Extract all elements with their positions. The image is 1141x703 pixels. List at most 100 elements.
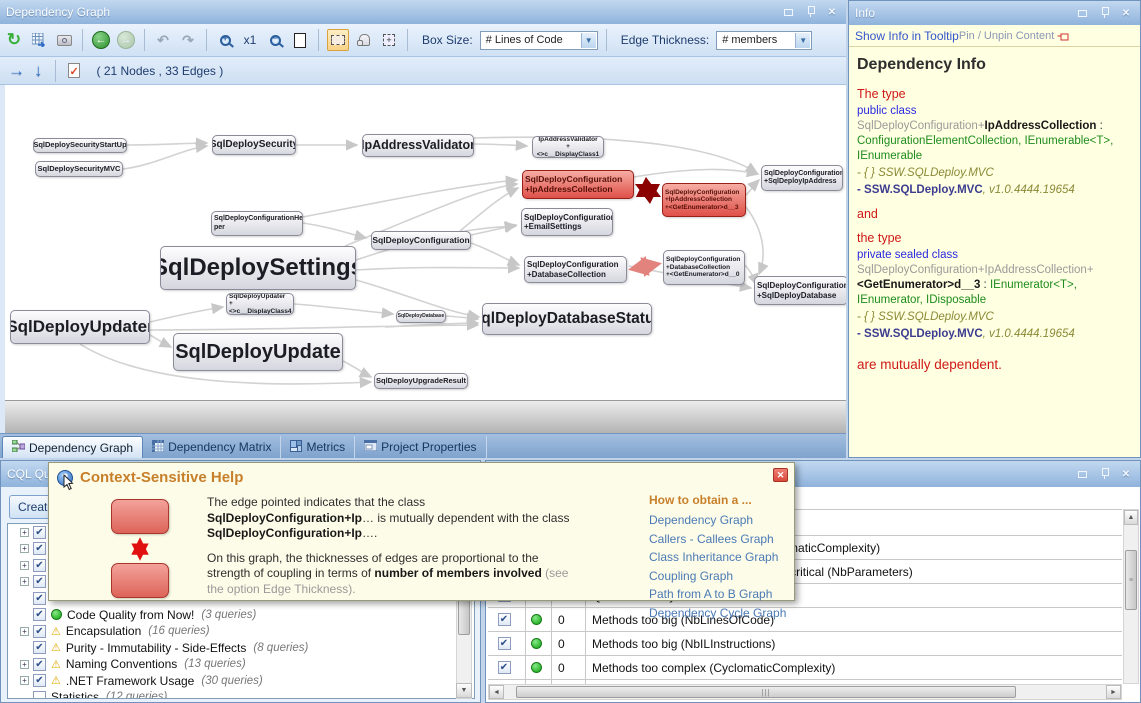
row-checkbox[interactable]: ✔ (498, 661, 511, 674)
graph-canvas[interactable]: SqlDeploySecurityStartUp SqlDeploySecurit… (0, 85, 846, 433)
zoom-out-icon[interactable]: − (265, 29, 285, 51)
scroll-down-icon[interactable]: ▼ (456, 683, 472, 698)
show-info-in-tooltip-link[interactable]: Show Info in Tooltip (855, 29, 959, 43)
scroll-right-icon[interactable]: ► (1106, 685, 1121, 699)
camera-icon[interactable] (54, 29, 74, 51)
refresh-icon[interactable]: ↻ (4, 29, 24, 51)
expand-plus-icon[interactable]: + (20, 676, 29, 685)
tree-item[interactable]: Statistics(12 queries) (8, 689, 474, 699)
tree-checkbox[interactable] (33, 691, 46, 699)
close-icon[interactable]: ✕ (1118, 6, 1134, 20)
edge-thickness-dropdown[interactable]: # members ▼ (716, 31, 812, 50)
tree-checkbox[interactable]: ✔ (33, 625, 46, 638)
scrollbar-thumb[interactable]: ||| (516, 686, 1016, 698)
tree-item[interactable]: ✔⚠Purity - Immutability - Side-Effects(8… (8, 640, 474, 657)
row-checkbox[interactable]: ✔ (498, 613, 511, 626)
back-button[interactable]: ← (91, 29, 111, 51)
red-pin-icon[interactable] (1057, 31, 1069, 40)
help-link-class-inheritance-graph[interactable]: Class Inheritance Graph (649, 550, 789, 564)
graph-node[interactable]: SqlDeployConfiguration +DatabaseCollecti… (524, 256, 627, 283)
graph-node[interactable]: SqlDeployDatabaseStatus (482, 303, 652, 335)
expand-plus-icon[interactable]: + (20, 627, 29, 636)
graph-node[interactable]: SqlDeployDatabase (396, 310, 446, 323)
graph-node[interactable]: SqlDeployUpdater +<>c__DisplayClass4 (226, 293, 294, 315)
zoom-level-label[interactable]: x1 (240, 29, 260, 51)
layout-vertical-icon[interactable]: ↓ (34, 61, 43, 81)
help-link-dependency-cycle-graph[interactable]: Dependency Cycle Graph (649, 606, 789, 620)
tree-item[interactable]: ✔Code Quality from Now!(3 queries) (8, 607, 474, 624)
graph-node[interactable]: SqlDeployConfiguration +SqlDeployIpAddre… (761, 165, 843, 191)
restore-icon[interactable] (1074, 467, 1090, 481)
results-vertical-scrollbar[interactable]: ▲ ≡ (1123, 509, 1139, 684)
tab-dependency-graph[interactable]: Dependency Graph (2, 436, 143, 458)
zoom-in-icon[interactable]: + (215, 29, 235, 51)
pin-unpin-content-link[interactable]: Pin / Unpin Content (959, 30, 1054, 42)
graph-node[interactable]: SqlDeployConfiguration +SqlDeployDatabas… (754, 276, 846, 305)
close-icon[interactable]: ✕ (824, 5, 840, 19)
scroll-left-icon[interactable]: ◄ (489, 685, 504, 699)
graph-node[interactable]: SqlDeployConfiguration +IpAddressCollect… (662, 183, 746, 217)
tree-checkbox[interactable]: ✔ (33, 641, 46, 654)
pan-mode-icon[interactable] (354, 29, 374, 51)
table-row[interactable]: ✔0Methods too big (NbILInstructions) (488, 632, 1122, 656)
graph-node[interactable]: SqlDeployConfiguration (371, 231, 471, 250)
layout-horizontal-icon[interactable]: → (8, 61, 25, 81)
pin-icon[interactable] (1096, 6, 1112, 20)
fit-to-page-icon[interactable] (290, 29, 310, 51)
help-link-callers-callees-graph[interactable]: Callers - Callees Graph (649, 532, 789, 546)
graph-node[interactable]: SqlDeployUpgradeResult (374, 373, 468, 389)
graph-node[interactable]: SqlDeployConfiguration +EmailSettings (521, 208, 613, 236)
help-link-dependency-graph[interactable]: Dependency Graph (649, 513, 789, 527)
selection-mode-button[interactable] (327, 29, 349, 51)
tab-dependency-matrix[interactable]: Dependency Matrix (143, 436, 281, 458)
table-row[interactable]: ✔0Methods too big (NbLinesOfCode) (488, 608, 1122, 632)
graph-node[interactable]: SqlDeployConfiguration +IpAddressCollect… (522, 170, 634, 199)
tree-item[interactable]: +✔⚠Naming Conventions(13 queries) (8, 656, 474, 673)
tree-checkbox[interactable]: ✔ (33, 674, 46, 687)
expand-plus-icon[interactable]: + (20, 561, 29, 570)
graph-node[interactable]: IpAddressValidator (362, 134, 474, 157)
expand-plus-icon[interactable]: + (20, 577, 29, 586)
box-size-dropdown[interactable]: # Lines of Code ▼ (480, 31, 598, 50)
table-row[interactable]: ✔0Methods too complex (CyclomaticComplex… (488, 656, 1122, 680)
tab-metrics[interactable]: Metrics (281, 436, 355, 458)
expand-plus-icon[interactable]: + (20, 544, 29, 553)
redo-icon[interactable]: ↷ (178, 29, 198, 51)
tree-item[interactable]: +✔⚠.NET Framework Usage(30 queries) (8, 673, 474, 690)
pin-icon[interactable] (802, 5, 818, 19)
scroll-up-icon[interactable]: ▲ (1124, 510, 1138, 525)
graph-node[interactable]: SqlDeployConfigurationHel per (211, 211, 303, 236)
restore-icon[interactable] (780, 5, 796, 19)
zoom-region-icon[interactable]: + (379, 29, 399, 51)
undo-icon[interactable]: ↶ (153, 29, 173, 51)
tree-checkbox[interactable]: ✔ (33, 608, 46, 621)
tree-checkbox[interactable]: ✔ (33, 542, 46, 555)
forward-button[interactable]: → (116, 29, 136, 51)
expand-plus-icon[interactable]: + (20, 660, 29, 669)
tab-project-properties[interactable]: Project Properties (355, 436, 486, 458)
graph-node[interactable]: SqlDeploySecurity (212, 135, 296, 155)
tree-checkbox[interactable]: ✔ (33, 559, 46, 572)
tree-checkbox[interactable]: ✔ (33, 592, 46, 605)
tree-checkbox[interactable]: ✔ (33, 526, 46, 539)
restore-icon[interactable] (1074, 6, 1090, 20)
graph-node[interactable]: SqlDeployConfiguration +DatabaseCollecti… (663, 250, 745, 285)
expand-plus-icon[interactable]: + (20, 528, 29, 537)
pin-icon[interactable] (1096, 467, 1112, 481)
check-document-icon[interactable] (68, 63, 80, 78)
help-link-path-from-a-to-b-graph[interactable]: Path from A to B Graph (649, 587, 789, 601)
results-horizontal-scrollbar[interactable]: ◄ ||| ► (488, 684, 1122, 700)
graph-node[interactable]: SqlDeployUpdater (10, 310, 150, 344)
tree-item[interactable]: +✔⚠Encapsulation(16 queries) (8, 623, 474, 640)
scrollbar-thumb[interactable]: ≡ (1125, 550, 1137, 610)
graph-node[interactable]: IpAddressValidator +<>c__DisplayClass1 (532, 136, 604, 158)
graph-node[interactable]: SqlDeployUpdate (173, 333, 343, 371)
help-link-coupling-graph[interactable]: Coupling Graph (649, 569, 789, 583)
close-icon[interactable]: ✕ (1118, 467, 1134, 481)
row-checkbox[interactable]: ✔ (498, 637, 511, 650)
tree-checkbox[interactable]: ✔ (33, 658, 46, 671)
graph-node[interactable]: SqlDeploySettings (160, 246, 356, 290)
graph-node[interactable]: SqlDeploySecurityStartUp (33, 138, 127, 153)
graph-node[interactable]: SqlDeploySecurityMVC (35, 161, 123, 177)
close-icon[interactable]: ✕ (773, 468, 788, 482)
